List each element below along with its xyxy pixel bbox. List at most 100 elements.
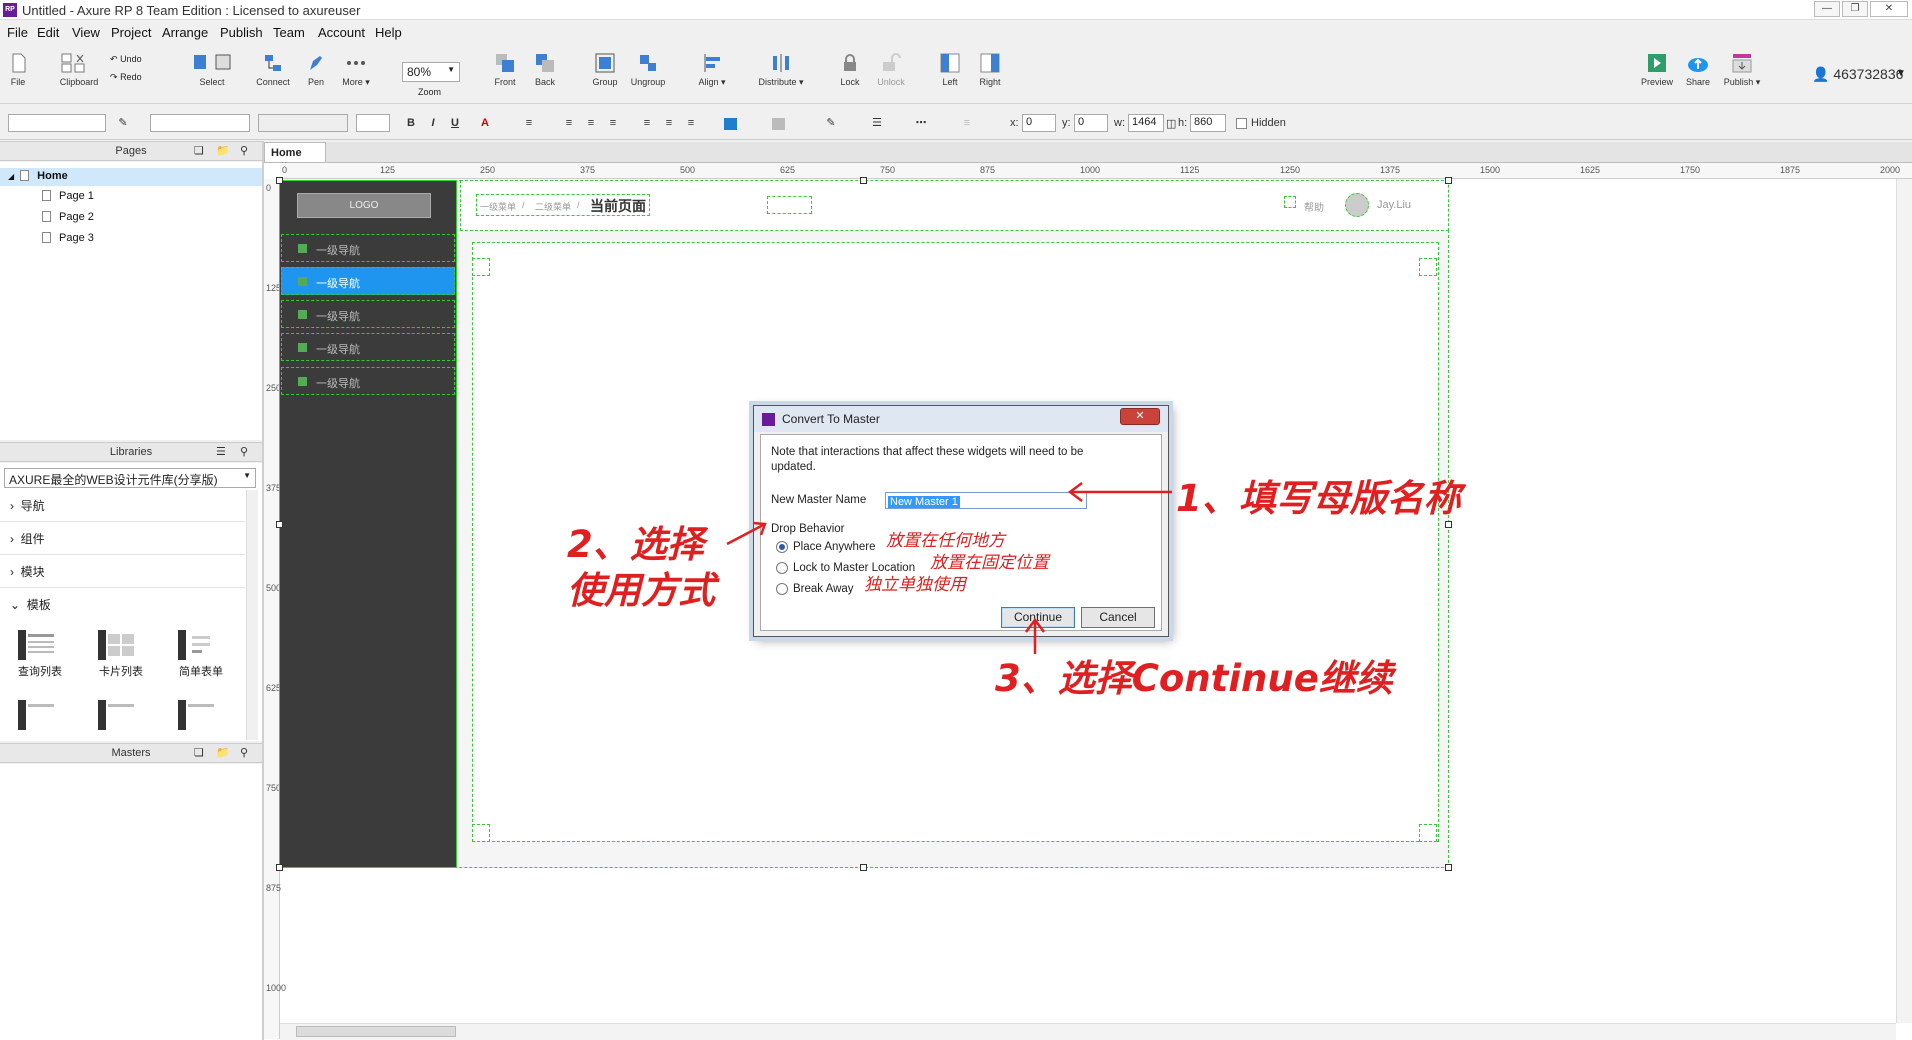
front-button[interactable]: Front (492, 52, 518, 87)
file-button[interactable]: File (8, 52, 28, 87)
select-button[interactable]: Select (184, 52, 240, 87)
style-select[interactable] (8, 114, 106, 132)
line-width-icon[interactable]: ☰ (868, 114, 886, 132)
search-icon[interactable]: ⚲ (240, 142, 248, 161)
line-color-icon[interactable]: ✎ (822, 114, 840, 132)
menu-arrange[interactable]: Arrange (162, 25, 208, 40)
page-item-1[interactable]: Page 1 (42, 190, 94, 202)
redo-button[interactable]: ↷ Redo (110, 72, 142, 83)
unlock-button[interactable]: Unlock (876, 52, 906, 87)
radio-lock-to-master[interactable] (776, 562, 788, 574)
ungroup-button[interactable]: Ungroup (628, 52, 668, 87)
width-input[interactable]: 1464 (1128, 114, 1164, 132)
wireframe-nav-item[interactable]: 一级导航 (281, 333, 455, 361)
library-category-modules[interactable]: › 模块 (0, 556, 245, 588)
widget-thumb-simple-form[interactable] (178, 630, 218, 660)
chevron-down-icon[interactable]: ▼ (1896, 68, 1906, 79)
resize-handle[interactable] (276, 177, 283, 184)
library-scrollbar[interactable] (246, 490, 258, 740)
menu-publish[interactable]: Publish (220, 25, 263, 40)
resize-handle[interactable] (1445, 521, 1452, 528)
arrow-style-icon[interactable]: ≡ (958, 114, 976, 132)
undo-button[interactable]: ↶ Undo (110, 54, 142, 65)
x-input[interactable]: 0 (1022, 114, 1056, 132)
underline-icon[interactable]: U (446, 114, 464, 132)
avatar[interactable] (1345, 193, 1369, 217)
widget-thumb-query-list[interactable] (18, 630, 58, 660)
link-icon[interactable]: ◫ (1166, 117, 1176, 130)
line-style-icon[interactable]: ⋯ (912, 114, 930, 132)
wireframe-nav-item[interactable]: 一级导航 (281, 300, 455, 328)
add-folder-icon[interactable]: 📁 (216, 142, 230, 161)
menu-file[interactable]: File (7, 25, 28, 40)
menu-help[interactable]: Help (375, 25, 402, 40)
option-break-away[interactable]: Break Away (793, 583, 854, 595)
group-button[interactable]: Group (590, 52, 620, 87)
widget-thumb-card-list[interactable] (98, 630, 138, 660)
align-top-icon[interactable]: ≡ (638, 114, 656, 132)
bullet-list-icon[interactable]: ≡ (520, 114, 538, 132)
wireframe-nav-item[interactable]: 一级导航 (281, 234, 455, 262)
menu-icon[interactable]: ☰ (216, 443, 226, 462)
italic-icon[interactable]: I (424, 114, 442, 132)
align-center-icon[interactable]: ≡ (582, 114, 600, 132)
menu-view[interactable]: View (72, 25, 100, 40)
resize-handle[interactable] (276, 864, 283, 871)
minimize-icon[interactable]: — (1814, 1, 1840, 17)
widget-thumb[interactable] (178, 700, 218, 730)
align-right-icon[interactable]: ≡ (604, 114, 622, 132)
connect-button[interactable]: Connect (254, 52, 292, 87)
align-middle-icon[interactable]: ≡ (660, 114, 678, 132)
page-item-3[interactable]: Page 3 (42, 232, 94, 244)
option-place-anywhere[interactable]: Place Anywhere (793, 541, 875, 553)
library-select[interactable]: AXURE最全的WEB设计元件库(分享版) ▼ (4, 468, 256, 488)
menu-edit[interactable]: Edit (37, 25, 59, 40)
add-master-icon[interactable]: ❏ (194, 744, 204, 763)
radio-break-away[interactable] (776, 583, 788, 595)
left-button[interactable]: Left (938, 52, 962, 87)
zoom-select[interactable]: 80% ▼ (402, 62, 460, 82)
hidden-checkbox[interactable] (1236, 118, 1247, 129)
menu-account[interactable]: Account (318, 25, 365, 40)
back-button[interactable]: Back (532, 52, 558, 87)
clipboard-button[interactable]: Clipboard (56, 52, 102, 87)
publish-button[interactable]: Publish ▾ (1722, 52, 1762, 88)
master-name-input[interactable]: New Master 1 (885, 492, 1087, 509)
font-family-select[interactable] (150, 114, 250, 132)
user-account[interactable]: 👤 463732836 (1812, 66, 1903, 83)
font-size-select[interactable] (356, 114, 390, 132)
tab-home[interactable]: Home × (264, 142, 326, 171)
lock-button[interactable]: Lock (838, 52, 862, 87)
preview-button[interactable]: Preview (1640, 52, 1674, 87)
search-icon[interactable]: ⚲ (240, 443, 248, 462)
wireframe-nav-item-active[interactable]: 一级导航 (281, 267, 455, 295)
widget-thumb[interactable] (98, 700, 138, 730)
right-button[interactable]: Right (978, 52, 1002, 87)
page-item-2[interactable]: Page 2 (42, 211, 94, 223)
restore-icon[interactable]: ❐ (1842, 1, 1868, 17)
canvas-vertical-scrollbar[interactable] (1896, 179, 1912, 1023)
align-button[interactable]: Align ▾ (696, 52, 728, 88)
shadow-icon[interactable] (772, 118, 785, 130)
distribute-button[interactable]: Distribute ▾ (756, 52, 806, 88)
resize-handle[interactable] (860, 177, 867, 184)
scroll-thumb[interactable] (296, 1026, 456, 1037)
align-bottom-icon[interactable]: ≡ (682, 114, 700, 132)
wireframe-logo[interactable]: LOGO (297, 193, 431, 218)
cancel-button[interactable]: Cancel (1081, 607, 1155, 628)
more-button[interactable]: More ▾ (340, 52, 372, 88)
share-button[interactable]: Share (1684, 52, 1712, 87)
radio-place-anywhere[interactable] (776, 541, 788, 553)
y-input[interactable]: 0 (1074, 114, 1108, 132)
search-icon[interactable]: ⚲ (240, 744, 248, 763)
library-category-components[interactable]: › 组件 (0, 523, 245, 555)
pen-button[interactable]: Pen (304, 52, 328, 87)
resize-handle[interactable] (860, 864, 867, 871)
help-icon[interactable] (1284, 196, 1296, 208)
font-weight-select[interactable] (258, 114, 348, 132)
resize-handle[interactable] (1445, 177, 1452, 184)
page-tree-home[interactable]: ◢ Home (8, 170, 68, 182)
bold-icon[interactable]: B (402, 114, 420, 132)
wireframe-placeholder[interactable] (767, 196, 812, 214)
close-icon[interactable]: ✕ (1120, 408, 1160, 425)
